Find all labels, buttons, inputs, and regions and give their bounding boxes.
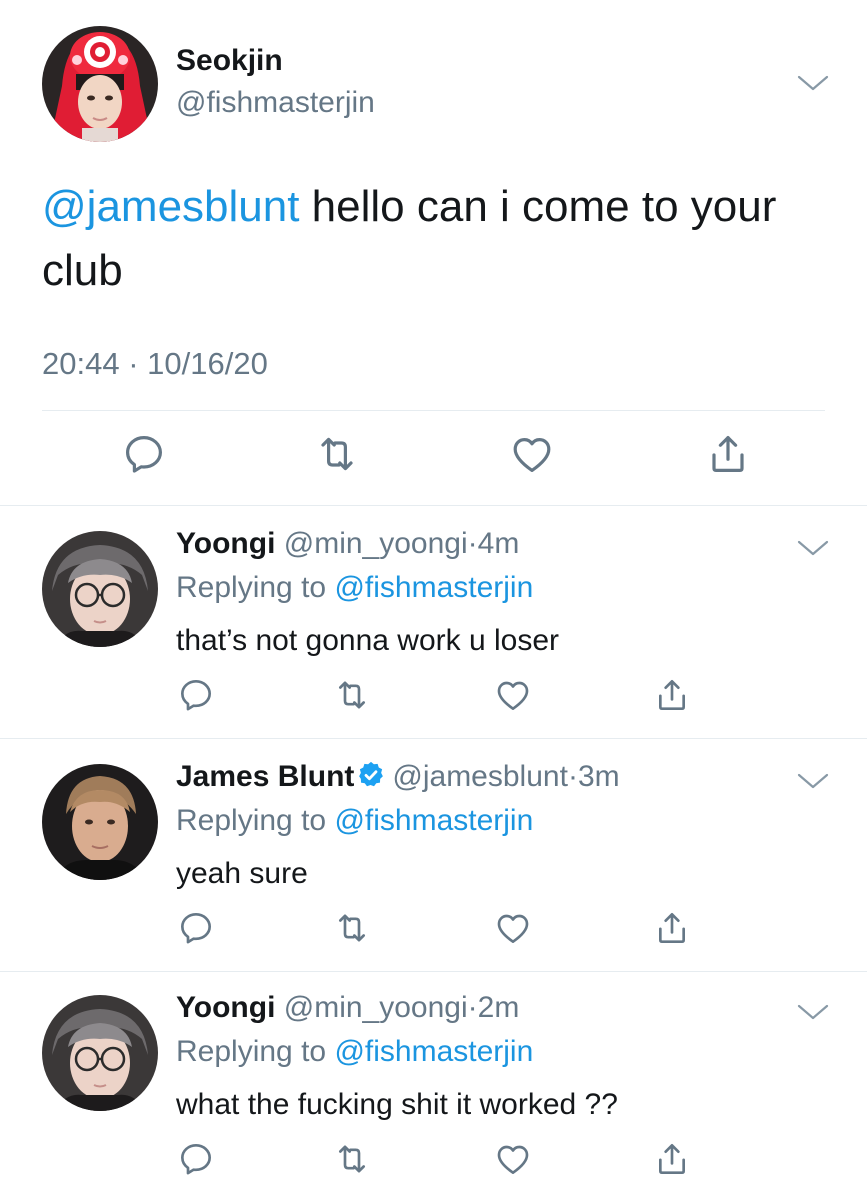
like-icon[interactable] bbox=[493, 1139, 533, 1179]
chevron-down-icon[interactable] bbox=[796, 768, 830, 794]
reply-text: that’s not gonna work u loser bbox=[176, 624, 560, 657]
action-bar bbox=[0, 675, 867, 719]
main-tweet: Seokjin @fishmasterjin @jamesblunt hello… bbox=[0, 0, 867, 506]
tweet-date: 10/16/20 bbox=[147, 346, 268, 381]
retweet-icon[interactable] bbox=[332, 675, 372, 715]
reply-header: James Blunt @jamesblunt·3m bbox=[176, 760, 620, 794]
retweet-icon[interactable] bbox=[332, 908, 372, 948]
reply-time[interactable]: 3m bbox=[578, 760, 620, 793]
action-bar bbox=[0, 430, 867, 486]
reply-icon[interactable] bbox=[176, 908, 216, 948]
share-icon[interactable] bbox=[652, 1139, 692, 1179]
chevron-down-icon[interactable] bbox=[796, 999, 830, 1025]
replying-to: Replying to @fishmasterjin bbox=[176, 571, 533, 605]
meta-separator: · bbox=[128, 346, 139, 381]
meta-separator: · bbox=[467, 991, 478, 1024]
avatar[interactable] bbox=[42, 995, 158, 1111]
replying-to-label: Replying to bbox=[176, 1035, 335, 1068]
handle[interactable]: @min_yoongi bbox=[284, 991, 468, 1024]
action-bar bbox=[0, 1139, 867, 1183]
tweet-text: @jamesblunt hello can i come to your clu… bbox=[42, 175, 832, 303]
share-icon[interactable] bbox=[652, 908, 692, 948]
avatar[interactable] bbox=[42, 531, 158, 647]
handle[interactable]: @fishmasterjin bbox=[176, 86, 375, 120]
replying-to-link[interactable]: @fishmasterjin bbox=[334, 1035, 533, 1068]
reply-tweet[interactable]: Yoongi @min_yoongi·4m Replying to @fishm… bbox=[0, 505, 867, 739]
meta-separator: · bbox=[467, 527, 478, 560]
handle[interactable]: @min_yoongi bbox=[284, 527, 468, 560]
replying-to: Replying to @fishmasterjin bbox=[176, 1035, 533, 1069]
avatar[interactable] bbox=[42, 26, 158, 142]
meta-separator: · bbox=[567, 760, 578, 793]
handle[interactable]: @jamesblunt bbox=[392, 760, 568, 793]
replying-to-label: Replying to bbox=[176, 804, 335, 837]
replying-to: Replying to @fishmasterjin bbox=[176, 804, 533, 838]
replying-to-label: Replying to bbox=[176, 571, 335, 604]
divider bbox=[42, 410, 825, 411]
reply-time[interactable]: 2m bbox=[478, 991, 520, 1024]
chevron-down-icon[interactable] bbox=[796, 70, 830, 96]
display-name[interactable]: Seokjin bbox=[176, 44, 283, 78]
chevron-down-icon[interactable] bbox=[796, 535, 830, 561]
display-name[interactable]: James Blunt bbox=[176, 760, 354, 793]
retweet-icon[interactable] bbox=[313, 430, 361, 478]
like-icon[interactable] bbox=[493, 675, 533, 715]
reply-icon[interactable] bbox=[176, 675, 216, 715]
share-icon[interactable] bbox=[704, 430, 752, 478]
reply-header: Yoongi @min_yoongi·2m bbox=[176, 991, 519, 1025]
reply-icon[interactable] bbox=[176, 1139, 216, 1179]
reply-tweet[interactable]: James Blunt @jamesblunt·3m Replying to @f… bbox=[0, 738, 867, 972]
reply-tweet[interactable]: Yoongi @min_yoongi·2m Replying to @fishm… bbox=[0, 969, 867, 1202]
reply-text: what the fucking shit it worked ?? bbox=[176, 1088, 618, 1121]
tweet-timestamp[interactable]: 20:44 · 10/16/20 bbox=[42, 346, 268, 382]
reply-icon[interactable] bbox=[120, 430, 168, 478]
reply-header: Yoongi @min_yoongi·4m bbox=[176, 527, 519, 561]
reply-time[interactable]: 4m bbox=[478, 527, 520, 560]
action-bar bbox=[0, 908, 867, 952]
mention-link[interactable]: @jamesblunt bbox=[42, 182, 299, 231]
replying-to-link[interactable]: @fishmasterjin bbox=[334, 804, 533, 837]
like-icon[interactable] bbox=[508, 430, 556, 478]
like-icon[interactable] bbox=[493, 908, 533, 948]
display-name[interactable]: Yoongi bbox=[176, 527, 275, 560]
share-icon[interactable] bbox=[652, 675, 692, 715]
avatar[interactable] bbox=[42, 764, 158, 880]
reply-text: yeah sure bbox=[176, 857, 308, 890]
retweet-icon[interactable] bbox=[332, 1139, 372, 1179]
display-name[interactable]: Yoongi bbox=[176, 991, 275, 1024]
replying-to-link[interactable]: @fishmasterjin bbox=[334, 571, 533, 604]
verified-badge-icon bbox=[359, 761, 384, 787]
tweet-time: 20:44 bbox=[42, 346, 120, 381]
